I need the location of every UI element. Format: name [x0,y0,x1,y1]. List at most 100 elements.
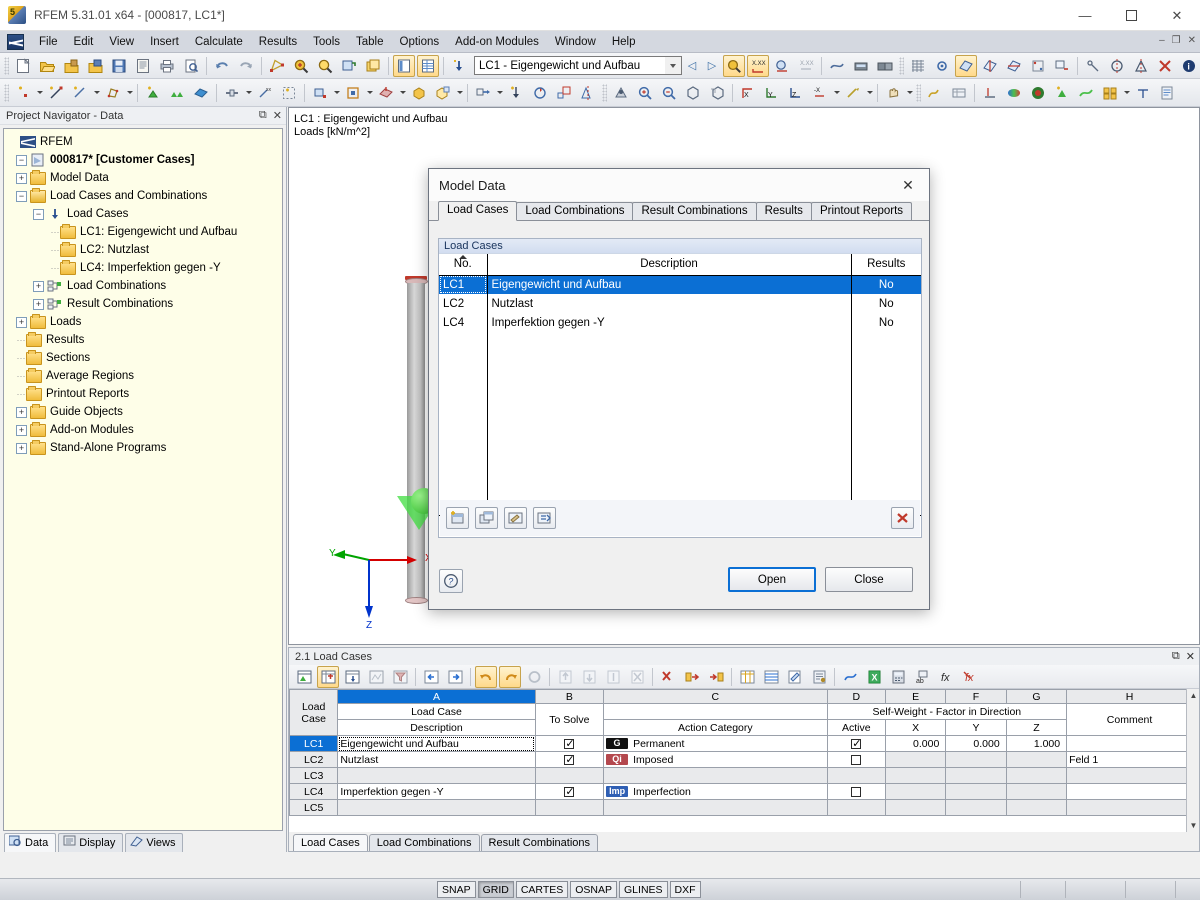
table-info-icon[interactable] [808,666,830,688]
new-surface-icon[interactable] [102,82,124,104]
cell-action-category[interactable] [604,768,827,784]
export-excel-icon[interactable]: X [863,666,885,688]
mdi-restore-button[interactable]: ❐ [1172,35,1181,46]
new-line-support-icon[interactable] [166,82,188,104]
toolbar-grip[interactable] [899,57,904,75]
sidebar-item-printout-reports[interactable]: ···Printout Reports [6,385,280,403]
sidebar-item-lc2-nutzlast[interactable]: ···LC2: Nutzlast [6,241,280,259]
printout-report-icon[interactable] [1132,82,1154,104]
help-button[interactable]: ? [439,569,463,593]
sidebar-item-loads[interactable]: +Loads [6,313,280,331]
info-icon[interactable]: i [1178,55,1200,77]
new-nodal-load-icon[interactable] [309,82,331,104]
cell-factor-x[interactable] [885,800,945,816]
tree-expander[interactable]: + [16,407,27,418]
chevron-down-icon[interactable] [495,82,504,104]
column-letter-b[interactable]: B [535,690,603,704]
cell-action-category[interactable]: ImpImperfection [604,784,827,800]
new-line-icon[interactable] [45,82,67,104]
edit-table-icon[interactable] [784,666,806,688]
cell-factor-x[interactable] [885,784,945,800]
sidebar-item-average-regions[interactable]: ···Average Regions [6,367,280,385]
copy-move-icon[interactable] [472,82,494,104]
cell-description[interactable] [338,768,535,784]
sidebar-item-load-cases-and-combinations[interactable]: −Load Cases and Combinations [6,187,280,205]
dialog-close-button[interactable]: ✕ [887,169,929,201]
cell-active[interactable] [827,752,885,768]
previous-load-case-button[interactable]: ◁ [682,55,702,77]
measure-icon[interactable] [1082,55,1104,77]
chevron-down-icon[interactable] [365,82,374,104]
cell-comment[interactable] [1067,768,1193,784]
support-reactions-icon[interactable] [979,82,1001,104]
sidebar-item-load-cases[interactable]: −Load Cases [6,205,280,223]
cell-action-category[interactable] [604,800,827,816]
cell-factor-y[interactable] [946,768,1006,784]
cell-to-solve[interactable] [535,784,603,800]
cell-factor-x[interactable]: 0.000 [885,736,945,752]
tree-item-project[interactable]: − 000817* [Customer Cases] [6,151,280,169]
close-button[interactable]: ✕ [1154,0,1200,31]
move-row-up-icon[interactable] [554,666,576,688]
open-project-icon[interactable] [84,55,106,77]
mirror-objects-icon[interactable] [577,82,599,104]
checkbox[interactable] [851,739,861,749]
chevron-down-icon[interactable] [244,82,253,104]
tree-expander[interactable]: + [16,443,27,454]
cell-description[interactable]: Nutzlast [338,752,535,768]
cell-description[interactable]: Eigengewicht und Aufbau [338,736,535,752]
cell-to-solve[interactable] [535,736,603,752]
cell-row-label[interactable]: LC5 [290,800,338,816]
new-load-case-button[interactable] [446,507,469,529]
close-icon[interactable]: ✕ [273,109,282,122]
show-members-icon[interactable] [979,55,1001,77]
edit-load-case-button[interactable] [504,507,527,529]
color-scale-icon[interactable] [1003,82,1025,104]
cell-factor-z[interactable] [1006,800,1066,816]
cell-comment[interactable] [1067,736,1193,752]
previous-table-icon[interactable] [420,666,442,688]
view-settings-icon[interactable] [842,82,864,104]
menu-addon-modules[interactable]: Add-on Modules [447,34,547,50]
insert-row-after-icon[interactable] [705,666,727,688]
show-surfaces-icon[interactable] [955,55,977,77]
cell-row-label[interactable]: LC1 [290,736,338,752]
tree-item-rfem[interactable]: RFEM [6,133,280,151]
zoom-window-icon[interactable] [634,82,656,104]
menu-edit[interactable]: Edit [66,34,102,50]
print-icon[interactable] [156,55,178,77]
menu-window[interactable]: Window [547,34,604,50]
select-objects-icon[interactable] [266,55,288,77]
show-supports-icon[interactable] [1051,55,1073,77]
status-toggle-osnap[interactable]: OSNAP [570,881,617,898]
sidebar-item-model-data[interactable]: +Model Data [6,169,280,187]
view-in-negative-x-icon[interactable]: -X [809,82,831,104]
load-case-selector[interactable]: LC1 - Eigengewicht und Aufbau [474,56,682,75]
result-panels-icon[interactable] [1099,82,1121,104]
undo-icon[interactable] [211,55,233,77]
chevron-down-icon[interactable] [35,82,44,104]
column-letter-a[interactable]: A [338,690,535,704]
table-row[interactable]: LC2NutzlastNo [439,294,921,313]
select-all-icon[interactable] [610,82,632,104]
menu-tools[interactable]: Tools [305,34,348,50]
table-row[interactable]: LC4Imperfektion gegen -YImpImperfection [290,784,1193,800]
menu-insert[interactable]: Insert [142,34,187,50]
pin-icon[interactable]: ⧉ [1172,650,1180,663]
move-nodes-icon[interactable] [505,82,527,104]
sidebar-item-sections[interactable]: ···Sections [6,349,280,367]
column-letter-f[interactable]: F [946,690,1006,704]
column-letter-h[interactable]: H [1067,690,1193,704]
column-letter-d[interactable]: D [827,690,885,704]
copy-load-case-button[interactable] [475,507,498,529]
toolbar-grip[interactable] [916,84,921,102]
new-nodal-support-icon[interactable] [142,82,164,104]
show-nodes-icon[interactable] [1027,55,1049,77]
navigator-tab-data[interactable]: Data [4,833,56,852]
zoom-out-icon[interactable] [658,82,680,104]
column-letter-e[interactable]: E [885,690,945,704]
table-row[interactable]: LC4Imperfektion gegen -YNo [439,313,921,332]
chevron-down-icon[interactable] [125,82,134,104]
status-toggle-snap[interactable]: SNAP [437,881,476,898]
cell-row-label[interactable]: LC2 [290,752,338,768]
